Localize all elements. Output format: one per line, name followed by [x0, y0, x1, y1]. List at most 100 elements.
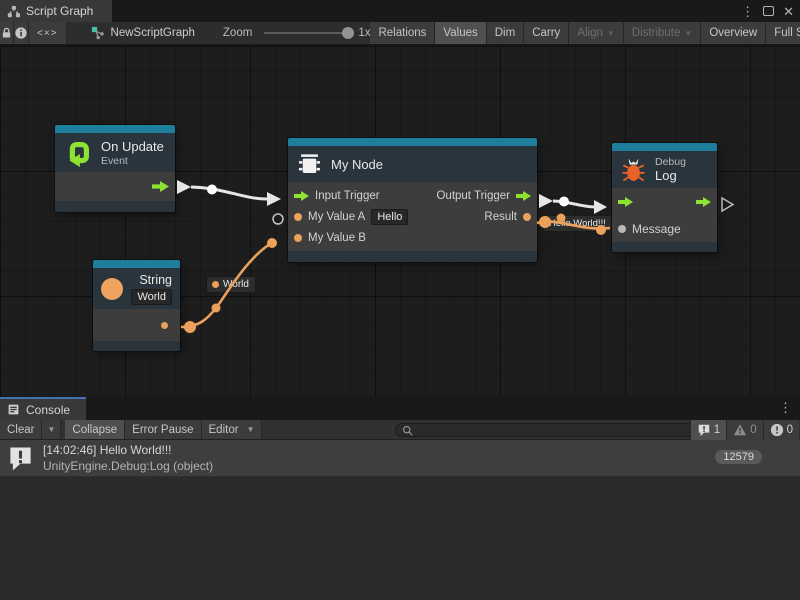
- node-subtitle: Event: [101, 155, 164, 167]
- on-update-event-icon: [63, 138, 93, 168]
- wire-value-world: World: [223, 279, 249, 290]
- log-message: [14:02:46] Hello World!!!: [43, 442, 213, 458]
- my-value-b-label: My Value B: [308, 232, 366, 244]
- overview-button[interactable]: Overview: [701, 22, 766, 44]
- error-pause-label: Error Pause: [132, 424, 193, 436]
- warning-count-toggle[interactable]: 0: [726, 420, 762, 440]
- console-toolbar: Clear ▼ Collapse Error Pause Editor▼ 1: [0, 420, 800, 440]
- error-pause-toggle[interactable]: Error Pause: [125, 420, 201, 439]
- code-view-button[interactable]: <×>: [29, 22, 67, 44]
- collapse-label: Collapse: [72, 424, 117, 436]
- collapse-toggle[interactable]: Collapse: [65, 420, 125, 439]
- graph-asset-icon: [91, 26, 105, 40]
- output-trigger-label: Output Trigger: [436, 190, 510, 202]
- node-on-update-header: On Update Event: [55, 133, 175, 172]
- node-accent-strip: [288, 138, 537, 146]
- node-footer: [612, 242, 717, 252]
- zoom-value: 1x: [358, 27, 370, 39]
- lock-icon: [0, 26, 13, 40]
- node-category: Debug: [655, 156, 686, 168]
- error-count: 0: [787, 424, 793, 436]
- debug-input-trigger-port[interactable]: [618, 197, 633, 207]
- my-value-a-field[interactable]: Hello: [371, 209, 408, 225]
- values-toggle[interactable]: Values: [435, 22, 486, 44]
- error-count-toggle[interactable]: 0: [763, 420, 799, 440]
- window-controls: ⋮ ✕: [741, 0, 800, 22]
- overview-label: Overview: [709, 27, 757, 39]
- info-button[interactable]: [14, 22, 29, 44]
- window-menu-icon[interactable]: ⋮: [741, 5, 754, 18]
- align-label: Align: [577, 27, 603, 39]
- script-graph-icon: [7, 5, 20, 18]
- string-output-port[interactable]: [161, 322, 168, 329]
- string-value-field[interactable]: World: [131, 289, 172, 305]
- distribute-label: Distribute: [632, 27, 681, 39]
- tab-script-graph[interactable]: Script Graph: [0, 0, 112, 22]
- log-entry-row[interactable]: [14:02:46] Hello World!!! UnityEngine.De…: [0, 440, 800, 477]
- node-string[interactable]: String World: [93, 260, 180, 351]
- tab-script-graph-label: Script Graph: [26, 4, 93, 18]
- trigger-output-port[interactable]: [152, 181, 169, 192]
- console-search-input[interactable]: [417, 424, 691, 436]
- console-menu-icon[interactable]: ⋮: [779, 400, 792, 416]
- node-my-node[interactable]: My Node Input Trigger Output Trigger: [288, 138, 537, 262]
- message-port[interactable]: [618, 225, 626, 233]
- collapse-count-badge: 12579: [715, 450, 762, 464]
- window-maximize-icon[interactable]: [763, 6, 774, 16]
- port-row: My Value A Hello Result: [288, 206, 537, 227]
- carry-toggle[interactable]: Carry: [524, 22, 569, 44]
- tab-console-label: Console: [26, 403, 70, 417]
- console-panel: Console ⋮ Clear ▼ Collapse Error Pause E…: [0, 397, 800, 600]
- fullscreen-button[interactable]: Full S: [766, 22, 800, 44]
- console-search[interactable]: [395, 423, 698, 437]
- chevron-down-icon: ▼: [607, 29, 615, 38]
- node-my-node-body: Input Trigger Output Trigger My Value A …: [288, 182, 537, 251]
- clear-button[interactable]: Clear: [0, 420, 42, 439]
- port-row: Input Trigger Output Trigger: [288, 185, 537, 206]
- info-count-toggle[interactable]: 1: [690, 420, 726, 440]
- connection-onupdate-to-mynode[interactable]: [177, 180, 281, 206]
- tab-console[interactable]: Console: [0, 397, 86, 420]
- zoom-label: Zoom: [223, 27, 252, 39]
- carry-label: Carry: [532, 27, 560, 39]
- node-debug-log[interactable]: Debug Log Message: [612, 143, 717, 252]
- window-close-icon[interactable]: ✕: [783, 5, 794, 18]
- zoom-slider[interactable]: [264, 32, 350, 34]
- console-count-badges: 1 0 0: [690, 420, 799, 440]
- info-icon: [14, 26, 28, 40]
- log-stacktrace: UnityEngine.Debug:Log (object): [43, 458, 213, 474]
- toolbar-graph-info: NewScriptGraph Zoom 1x: [67, 22, 371, 44]
- zoom-slider-handle[interactable]: [342, 27, 354, 39]
- unconnected-port-circle[interactable]: [273, 214, 283, 224]
- relations-toggle[interactable]: Relations: [370, 22, 435, 44]
- warning-triangle-icon: [733, 423, 747, 437]
- console-icon: [7, 403, 20, 416]
- node-on-update-body: [55, 172, 175, 201]
- align-dropdown[interactable]: Align ▼: [569, 22, 624, 44]
- debug-output-trigger-port[interactable]: [696, 197, 711, 207]
- dim-toggle[interactable]: Dim: [487, 22, 524, 44]
- wire-value-bubble-world: World: [206, 276, 256, 293]
- message-label: Message: [632, 222, 681, 236]
- my-value-b-port[interactable]: [294, 234, 302, 242]
- distribute-dropdown[interactable]: Distribute▼: [624, 22, 702, 44]
- graph-canvas[interactable]: World Hello World!!! On Update Event: [0, 46, 800, 397]
- input-trigger-port[interactable]: [294, 191, 309, 201]
- editor-dropdown[interactable]: Editor▼: [202, 420, 263, 439]
- port-row: My Value B: [288, 227, 537, 248]
- my-value-a-label: My Value A: [308, 211, 365, 223]
- my-value-a-port[interactable]: [294, 213, 302, 221]
- lock-button[interactable]: [0, 22, 14, 44]
- node-my-node-header: My Node: [288, 146, 537, 182]
- result-port[interactable]: [523, 213, 531, 221]
- node-accent-strip: [55, 125, 175, 133]
- console-log-list: [14:02:46] Hello World!!! UnityEngine.De…: [0, 440, 800, 600]
- clear-dropdown[interactable]: ▼: [42, 420, 61, 439]
- connection-mynode-to-debuglog[interactable]: [539, 194, 607, 214]
- output-trigger-port[interactable]: [516, 191, 531, 201]
- editor-label: Editor: [209, 424, 239, 436]
- unconnected-flow-triangle[interactable]: [722, 198, 733, 211]
- node-on-update[interactable]: On Update Event: [55, 125, 175, 212]
- warning-count: 0: [750, 424, 756, 436]
- node-footer: [55, 201, 175, 212]
